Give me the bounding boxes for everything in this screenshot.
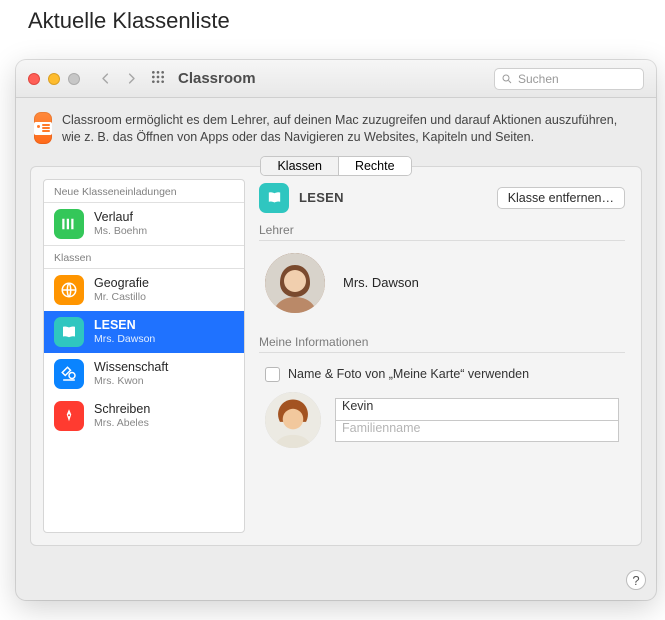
zoom-window-button[interactable] [68, 73, 80, 85]
section-invitations: Neue Klasseneinladungen [44, 180, 244, 203]
class-detail-title: LESEN [299, 190, 344, 205]
class-item-reading[interactable]: LESEN Mrs. Dawson [44, 311, 244, 353]
teacher-section-label: Lehrer [259, 223, 625, 241]
globe-icon [54, 275, 84, 305]
toolbar-nav [96, 67, 140, 91]
class-item-writing[interactable]: Schreiben Mrs. Abeles [44, 395, 244, 437]
pane-description-row: Classroom ermöglicht es dem Lehrer, auf … [16, 98, 656, 156]
last-name-field[interactable]: Familienname [335, 420, 619, 442]
close-window-button[interactable] [28, 73, 40, 85]
first-name-field[interactable]: Kevin [335, 398, 619, 420]
segmented-control: Klassen Rechte [30, 156, 642, 176]
history-icon [54, 209, 84, 239]
student-avatar[interactable] [265, 392, 321, 448]
search-field[interactable]: Suchen [494, 68, 644, 90]
class-list: Neue Klasseneinladungen Verlauf Ms. Boeh… [43, 179, 245, 533]
search-placeholder: Suchen [518, 72, 559, 86]
pen-icon [54, 401, 84, 431]
search-icon [501, 73, 513, 85]
class-item-teacher: Mrs. Kwon [94, 375, 168, 388]
class-item-title: LESEN [94, 318, 155, 333]
class-item-teacher: Mrs. Dawson [94, 333, 155, 346]
window-title: Classroom [178, 70, 256, 87]
back-button[interactable] [96, 67, 114, 91]
class-item-title: Verlauf [94, 210, 147, 225]
class-detail: LESEN Klasse entfernen… Lehrer Mrs. Daws… [253, 167, 641, 545]
tab-permissions[interactable]: Rechte [339, 157, 411, 175]
book-icon [54, 317, 84, 347]
main-panel: Neue Klasseneinladungen Verlauf Ms. Boeh… [30, 166, 642, 546]
my-info-section-label: Meine Informationen [259, 335, 625, 353]
pane-description: Classroom ermöglicht es dem Lehrer, auf … [62, 112, 638, 146]
class-item-teacher: Ms. Boehm [94, 225, 147, 238]
titlebar: Classroom Suchen [16, 60, 656, 98]
help-button[interactable]: ? [626, 570, 646, 590]
class-item-title: Schreiben [94, 402, 150, 417]
show-all-prefs-button[interactable] [148, 69, 168, 88]
minimize-window-button[interactable] [48, 73, 60, 85]
remove-class-button[interactable]: Klasse entfernen… [497, 187, 625, 209]
book-icon [259, 183, 289, 213]
window-controls [28, 73, 80, 85]
class-item-teacher: Mrs. Abeles [94, 417, 150, 430]
callout-label: Aktuelle Klassenliste [28, 8, 230, 34]
class-item-science[interactable]: Wissenschaft Mrs. Kwon [44, 353, 244, 395]
teacher-name: Mrs. Dawson [343, 275, 419, 290]
class-invite-item[interactable]: Verlauf Ms. Boehm [44, 203, 244, 245]
teacher-avatar [265, 253, 325, 313]
teacher-row: Mrs. Dawson [259, 241, 625, 325]
section-classes: Klassen [44, 245, 244, 269]
microscope-icon [54, 359, 84, 389]
preferences-window: Classroom Suchen Classroom ermöglicht es… [16, 60, 656, 600]
use-my-card-label: Name & Foto von „Meine Karte“ verwenden [288, 367, 529, 381]
classroom-app-icon [34, 112, 52, 144]
tab-classes[interactable]: Klassen [261, 157, 338, 175]
class-item-geography[interactable]: Geografie Mr. Castillo [44, 269, 244, 311]
use-my-card-row[interactable]: Name & Foto von „Meine Karte“ verwenden [259, 359, 625, 390]
class-item-title: Geografie [94, 276, 149, 291]
class-item-title: Wissenschaft [94, 360, 168, 375]
use-my-card-checkbox[interactable] [265, 367, 280, 382]
forward-button[interactable] [122, 67, 140, 91]
class-item-teacher: Mr. Castillo [94, 291, 149, 304]
